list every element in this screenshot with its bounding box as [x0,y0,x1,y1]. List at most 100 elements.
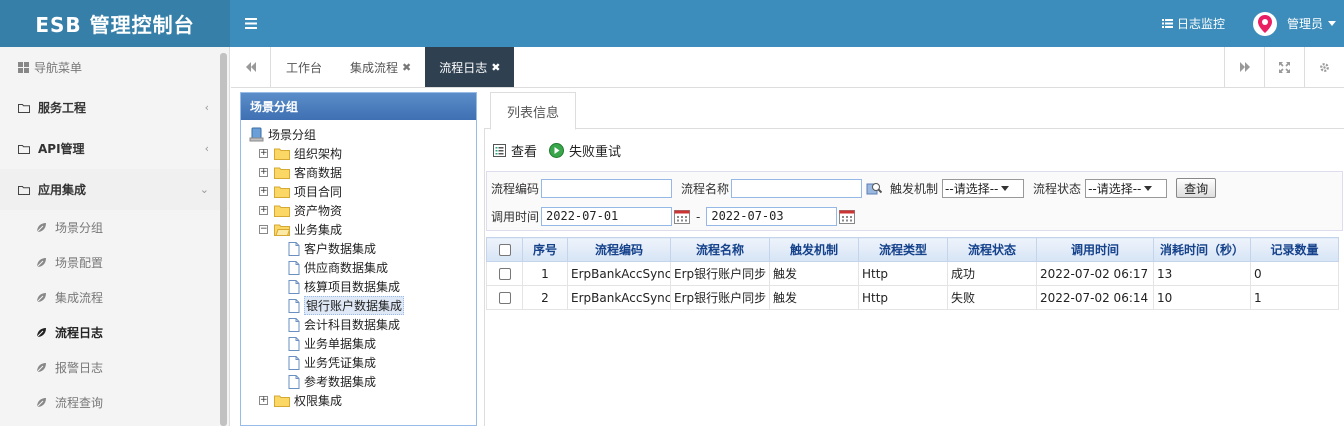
expand-plus-icon[interactable]: + [259,396,268,405]
document-icon [288,260,300,275]
column-header[interactable]: 序号 [522,237,568,262]
globe-icon [249,127,264,142]
double-chevron-right-icon [1239,62,1250,72]
tree-node-leaf[interactable]: 参考数据集成 [249,372,476,391]
scene-tree: 场景分组 + 组织架构 + 客商数据 + 项目合同 + 资产物资 − 业务集成 [241,120,476,410]
sidebar-subitem-alarm-log[interactable]: 报警日志 [0,350,229,385]
tree-node-leaf[interactable]: 会计科目数据集成 [249,315,476,334]
fullscreen-button[interactable] [1264,47,1304,87]
query-button[interactable]: 查询 [1176,178,1217,198]
sidebar-subitem-scene-group[interactable]: 场景分组 [0,210,229,245]
table-row[interactable]: 1 ErpBankAccSync Erp银行账户同步 触发 Http 成功 20… [486,261,1339,286]
expand-plus-icon[interactable]: + [259,168,268,177]
view-button[interactable]: 查看 [493,141,537,160]
column-header[interactable]: 流程编码 [567,237,671,262]
double-chevron-left-icon [245,62,256,72]
lookup-icon[interactable] [866,181,883,196]
flow-name-input[interactable] [731,178,863,198]
tree-node-folder[interactable]: + 组织架构 [249,144,476,163]
column-header[interactable]: 流程类型 [858,237,948,262]
trigger-select-value: --请选择-- [945,181,999,196]
sidebar-subitem-integration-flow[interactable]: 集成流程 [0,280,229,315]
calendar-icon[interactable] [839,209,856,224]
tab-scroll-right-button[interactable] [1224,47,1264,87]
column-header[interactable]: 流程状态 [947,237,1037,262]
tab-list-info[interactable]: 列表信息 [490,92,577,130]
expand-plus-icon[interactable]: + [259,149,268,158]
folder-outline-icon [18,185,30,195]
tree-node-folder-open[interactable]: − 业务集成 [249,220,476,239]
tree-node-folder[interactable]: + 项目合同 [249,182,476,201]
cell-time: 2022-07-02 06:17 [1036,261,1154,286]
tree-node-label: 参考数据集成 [304,375,377,389]
cell-name: Erp银行账户同步 [670,261,770,286]
row-checkbox[interactable] [498,268,511,280]
close-icon[interactable]: ✖ [402,61,411,74]
sidebar-item-service-project[interactable]: 服务工程 ‹ [0,87,229,128]
sidebar-subitem-flow-log[interactable]: 流程日志 [0,315,229,350]
menu-toggle-button[interactable] [240,12,262,34]
top-bar: ESB 管理控制台 日志监控 管理员 [0,0,1344,47]
log-monitor-link[interactable]: 日志监控 [1161,15,1225,32]
row-select-cell[interactable] [486,285,523,310]
tree-node-leaf[interactable]: 客户数据集成 [249,239,476,258]
start-date-input[interactable]: 2022-07-01 [541,207,673,226]
sidebar-subitem-flow-query[interactable]: 流程查询 [0,385,229,420]
sidebar-subitem-scene-config[interactable]: 场景配置 [0,245,229,280]
select-all-header[interactable] [486,237,523,262]
folder-icon [274,205,290,217]
tree-node-label: 客商数据 [294,166,343,180]
tree-node-leaf[interactable]: 供应商数据集成 [249,258,476,277]
column-header[interactable]: 调用时间 [1036,237,1154,262]
column-header[interactable]: 消耗时间（秒） [1153,237,1251,262]
column-header[interactable]: 触发机制 [769,237,859,262]
select-all-checkbox[interactable] [498,244,511,256]
column-header[interactable]: 记录数量 [1250,237,1339,262]
collapse-minus-icon[interactable]: − [259,225,268,234]
query-form: 流程编码 流程名称 触发机制 --请选择-- 流程状态 --请选择-- 查询 调… [486,171,1343,231]
sidebar-scrollbar[interactable] [220,53,227,426]
cell-name: Erp银行账户同步 [670,285,770,310]
sidebar-item-api-management[interactable]: API管理 ‹ [0,128,229,169]
tree-node-leaf[interactable]: 业务单据集成 [249,334,476,353]
query-button-label: 查询 [1184,181,1209,196]
tree-node-folder[interactable]: + 客商数据 [249,163,476,182]
sidebar-item-label: API管理 [38,142,85,156]
end-date-input[interactable]: 2022-07-03 [706,207,838,226]
tab-workbench[interactable]: 工作台 [272,47,336,87]
expand-plus-icon[interactable]: + [259,206,268,215]
cell-cost: 10 [1153,285,1251,310]
column-header[interactable]: 流程名称 [670,237,770,262]
scene-group-panel: 场景分组 场景分组 + 组织架构 + 客商数据 + 项目合同 + 资产物资 − [240,92,477,426]
tab-integration-flow[interactable]: 集成流程 ✖ [336,47,425,87]
cell-time: 2022-07-02 06:14 [1036,285,1154,310]
table-row[interactable]: 2 ErpBankAccSync Erp银行账户同步 触发 Http 失败 20… [486,285,1339,310]
tree-node-label: 供应商数据集成 [304,261,389,275]
folder-icon [274,148,290,160]
tree-node-leaf-selected[interactable]: 银行账户数据集成 [249,296,476,315]
retry-button-label: 失败重试 [569,144,622,160]
tree-root[interactable]: 场景分组 [249,125,476,144]
trigger-select[interactable]: --请选择-- [942,178,1025,198]
sidebar-item-app-integration[interactable]: 应用集成 ⌄ [0,169,229,210]
settings-button[interactable] [1304,47,1344,87]
tree-node-folder[interactable]: + 权限集成 [249,391,476,410]
sidebar-title: 导航菜单 [34,60,83,75]
flow-code-input[interactable] [541,178,673,198]
tree-node-label: 业务集成 [294,223,343,237]
tab-flow-log[interactable]: 流程日志 ✖ [425,47,515,87]
calendar-icon[interactable] [674,209,691,224]
tab-scroll-left-button[interactable] [231,47,271,87]
close-icon[interactable]: ✖ [491,61,500,74]
expand-plus-icon[interactable]: + [259,187,268,196]
status-select[interactable]: --请选择-- [1085,178,1168,198]
tree-node-leaf[interactable]: 核算项目数据集成 [249,277,476,296]
row-checkbox[interactable] [498,292,511,304]
tree-node-folder[interactable]: + 资产物资 [249,201,476,220]
cell-cost: 13 [1153,261,1251,286]
tree-node-leaf[interactable]: 业务凭证集成 [249,353,476,372]
retry-failed-button[interactable]: 失败重试 [549,141,621,160]
row-select-cell[interactable] [486,261,523,286]
user-menu[interactable]: 管理员 [1252,11,1336,36]
document-icon [288,374,300,389]
